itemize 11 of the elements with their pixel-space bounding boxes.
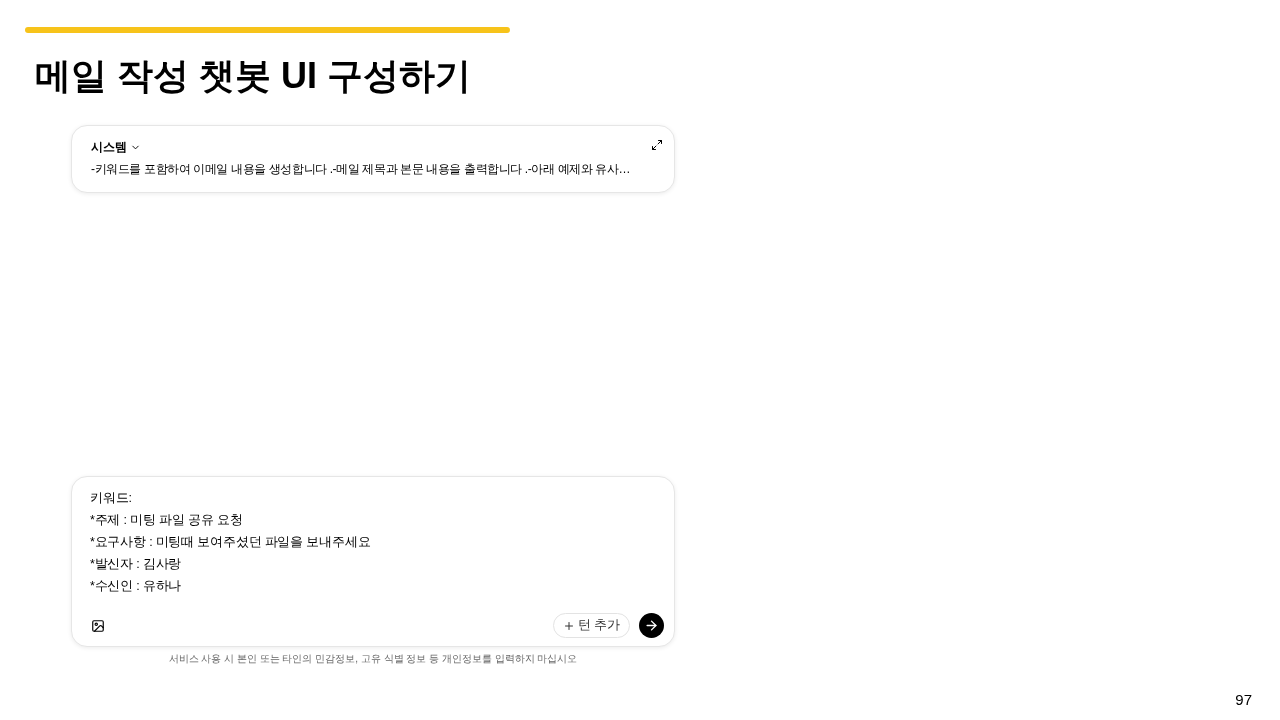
system-prompt-text: -키워드를 포함하여 이메일 내용을 생성합니다 .-메일 제목과 본문 내용을 출력합니다 .-아래 예제와 유사… [91,161,631,178]
arrow-right-icon [644,618,659,633]
expand-icon[interactable] [651,139,663,151]
plus-icon [562,619,575,632]
image-upload-icon[interactable] [91,618,105,633]
system-dropdown[interactable]: 시스템 [91,138,141,156]
disclaimer-text: 서비스 사용 시 본인 또는 타인의 민감정보, 고유 식별 정보 등 개인정보를 입력하지 마십시오 [167,652,579,666]
message-input[interactable]: 키워드: *주제 : 미팅 파일 공유 요청 *요구사항 : 미팅때 보여주셨던 파일을 보내주세요 *발신자 : 김사랑 *수신인 : 유하나 [90,487,656,597]
page-number: 97 [1235,691,1252,709]
slide-title: 메일 작성 챗봇 UI 구성하기 [35,54,471,98]
send-button[interactable] [639,613,664,638]
